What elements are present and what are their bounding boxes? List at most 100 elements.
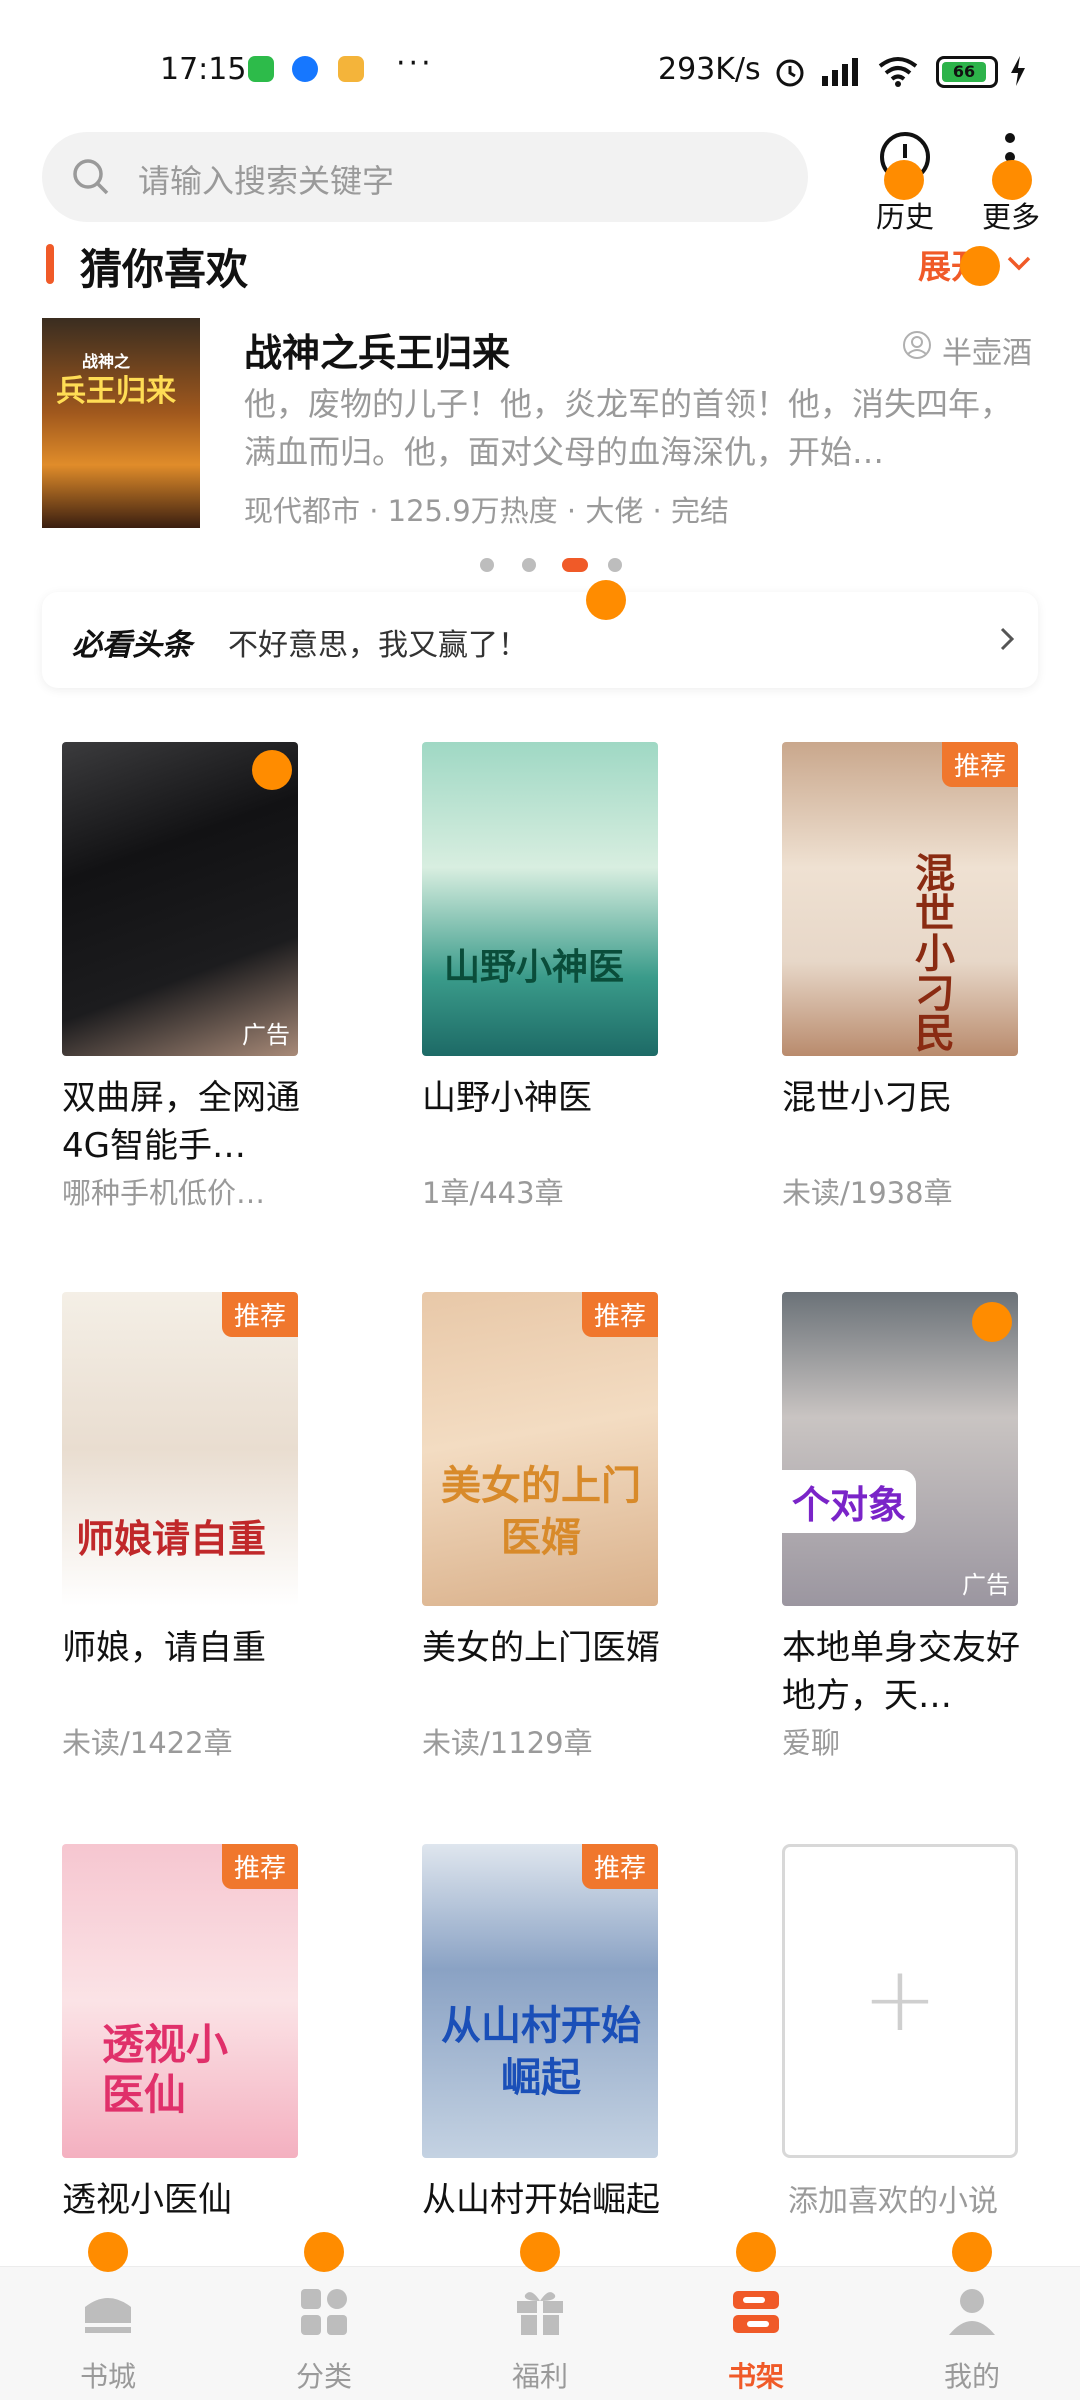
alarm-icon — [776, 59, 804, 87]
recommend-badge: 推荐 — [221, 1844, 298, 1889]
book-cover-title: 山野小神医 — [444, 946, 625, 988]
nav-label: 书架 — [727, 2360, 784, 2393]
featured-cover-title: 兵王归来 — [56, 374, 176, 409]
book-cover-title: 个对象 — [782, 1470, 917, 1533]
recommend-badge: 推荐 — [941, 742, 1018, 787]
touch-marker — [952, 2232, 992, 2272]
touch-marker — [88, 2232, 128, 2272]
carousel-dot-active — [562, 558, 588, 572]
book-progress: 哪种手机低价… — [62, 1176, 266, 1210]
nav-item-category[interactable]: 分类 — [249, 2267, 399, 2400]
section-title: 猜你喜欢 — [80, 245, 249, 294]
book-cover: 推荐 师娘请自重 — [62, 1292, 298, 1606]
touch-marker — [992, 160, 1032, 200]
battery-icon: 66 — [936, 56, 998, 88]
book-cover: 推荐 混世小刁民 — [782, 742, 1018, 1056]
more-label: 更多 — [981, 200, 1040, 234]
wechat-app-icon — [248, 56, 274, 82]
ad-tag: 广告 — [242, 1021, 290, 1049]
book-cover: 推荐 美女的上门医婿 — [422, 1292, 658, 1606]
nav-item-bookshelf[interactable]: 书架 — [681, 2267, 831, 2400]
nav-item-bookstore[interactable]: 书城 — [33, 2267, 183, 2400]
section-accent-bar — [46, 244, 54, 284]
search-placeholder: 请输入搜索关键字 — [138, 162, 395, 200]
book-progress: 未读/1938章 — [782, 1176, 953, 1210]
book-cover: 山野小神医 — [422, 742, 658, 1056]
touch-marker — [252, 750, 292, 790]
book-progress: 未读/1129章 — [422, 1726, 593, 1760]
book-cover-title: 透视小医仙 — [102, 2020, 229, 2119]
book-cover-title: 师娘请自重 — [76, 1516, 267, 1561]
nav-label: 书城 — [79, 2360, 136, 2393]
book-title: 美女的上门医婿 — [422, 1628, 660, 1668]
carousel-dot — [608, 558, 622, 572]
carousel-dot — [480, 558, 494, 572]
recommend-badge: 推荐 — [221, 1292, 298, 1337]
book-progress: 1章/443章 — [422, 1176, 564, 1210]
book-progress: 未读/1422章 — [62, 1726, 233, 1760]
status-time: 17:15 — [160, 52, 247, 87]
nav-item-welfare[interactable]: 福利 — [465, 2267, 615, 2400]
featured-book-author: 半壶酒 — [942, 336, 1032, 371]
charging-icon — [1011, 56, 1025, 86]
featured-book-title[interactable]: 战神之兵王归来 — [244, 322, 510, 377]
search-icon — [73, 159, 109, 195]
chevron-right-icon — [1000, 627, 1015, 651]
book-title: 从山村开始崛起 — [422, 2180, 660, 2220]
book-cover: 广告 — [62, 742, 298, 1056]
category-icon — [301, 2289, 347, 2335]
book-cover-title: 从山村开始崛起 — [441, 2002, 641, 2101]
bookshelf-icon — [733, 2291, 779, 2333]
touch-marker — [304, 2232, 344, 2272]
book-cover-title: 美女的上门医婿 — [441, 1462, 641, 1561]
book-title: 山野小神医 — [422, 1078, 592, 1118]
book-title: 混世小刁民 — [782, 1078, 952, 1118]
touch-marker — [736, 2232, 776, 2272]
book-title: 双曲屏，全网通4G智能手… — [62, 1078, 300, 1166]
book-title: 师娘，请自重 — [62, 1628, 266, 1668]
featured-book-meta: 现代都市 · 125.9万热度 · 大佬 · 完结 — [244, 494, 729, 528]
search-input[interactable]: 请输入搜索关键字 — [42, 132, 808, 222]
touch-marker — [586, 580, 626, 620]
gift-icon — [517, 2292, 563, 2335]
battery-level: 66 — [942, 62, 986, 82]
nav-label: 福利 — [511, 2360, 568, 2393]
touch-marker — [520, 2232, 560, 2272]
headline-banner[interactable]: 必看头条 不好意思，我又赢了！ — [42, 592, 1038, 688]
touch-marker — [884, 160, 924, 200]
add-book-button[interactable]: + — [782, 1844, 1018, 2158]
nav-item-profile[interactable]: 我的 — [897, 2267, 1047, 2400]
featured-book-description: 他，废物的儿子！他，炎龙军的首领！他，消失四年，满血而归。他，面对父母的血海深仇… — [244, 385, 1013, 471]
bottom-nav: 书城 分类 福利 书架 我的 — [0, 2266, 1080, 2400]
featured-book-cover[interactable]: 战神之 兵王归来 — [42, 318, 200, 528]
book-title: 透视小医仙 — [62, 2180, 232, 2220]
more-notifications-icon: ··· — [396, 46, 434, 81]
network-speed: 293K/s — [658, 52, 761, 87]
nav-label: 分类 — [295, 2360, 352, 2393]
touch-marker — [972, 1302, 1012, 1342]
ad-tag: 广告 — [962, 1571, 1010, 1599]
browser-app-icon — [292, 56, 318, 82]
book-cover: 推荐 从山村开始崛起 — [422, 1844, 658, 2158]
game-app-icon — [338, 56, 364, 82]
book-progress: 爱聊 — [782, 1726, 841, 1760]
author-icon — [903, 331, 931, 359]
book-cover-title: 混世小刁民 — [908, 852, 955, 1052]
carousel-dot — [522, 558, 536, 572]
profile-icon — [949, 2289, 995, 2335]
wifi-icon — [878, 57, 918, 87]
book-title: 本地单身交友好地方，天… — [782, 1628, 1020, 1716]
chevron-down-icon[interactable] — [1004, 248, 1034, 278]
nav-label: 我的 — [943, 2360, 1000, 2393]
recommend-badge: 推荐 — [581, 1844, 658, 1889]
status-bar: 17:15 ··· 293K/s 66 — [0, 0, 1080, 130]
recommend-badge: 推荐 — [581, 1292, 658, 1337]
signal-icon — [822, 58, 858, 86]
book-cover: 推荐 透视小医仙 — [62, 1844, 298, 2158]
add-book-label: 添加喜欢的小说 — [788, 2184, 998, 2219]
headline-logo: 必看头条 — [72, 628, 192, 663]
plus-icon: + — [862, 1947, 938, 2052]
headline-text: 不好意思，我又赢了！ — [228, 628, 528, 663]
touch-marker — [960, 246, 1000, 286]
history-label: 历史 — [875, 200, 934, 234]
